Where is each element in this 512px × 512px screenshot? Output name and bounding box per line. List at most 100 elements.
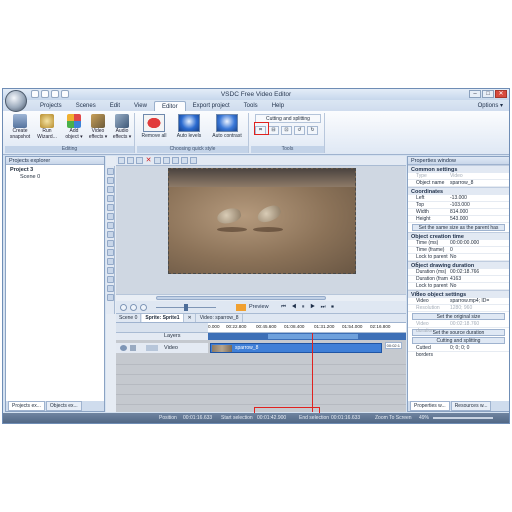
options-menu[interactable]: Options ▾ xyxy=(478,102,503,109)
zoom-fit-icon[interactable] xyxy=(140,304,147,311)
common-settings-header[interactable]: Common settings xyxy=(408,165,509,173)
tab-close-icon[interactable]: ✕ xyxy=(185,314,196,322)
rotate-left-icon[interactable]: ↺ xyxy=(294,126,305,135)
prop-value[interactable]: sparrow_8 xyxy=(448,180,509,186)
prop-value[interactable]: 0 xyxy=(448,247,509,253)
preview-button[interactable]: Preview xyxy=(249,304,269,310)
prop-value[interactable]: No xyxy=(448,283,509,289)
transport-controls[interactable]: ⏮ ◀ ⏸ ▶ ⏭ ⏹ xyxy=(281,304,336,311)
cutting-splitting-prop-button[interactable]: Cutting and splitting xyxy=(412,337,505,344)
prop-value[interactable]: -103.000 xyxy=(448,202,509,208)
copy-icon[interactable] xyxy=(118,157,125,164)
coordinates-header[interactable]: Coordinates xyxy=(408,187,509,195)
line-tool-icon[interactable] xyxy=(107,213,114,220)
zoom-out-icon[interactable] xyxy=(130,304,137,311)
prop-duration-frame[interactable]: Duration (fram 4163 xyxy=(408,276,509,283)
prop-value[interactable]: 4163 xyxy=(448,276,509,282)
playhead[interactable] xyxy=(312,333,313,412)
image-tool-icon[interactable] xyxy=(107,222,114,229)
menu-export-project[interactable]: Export project xyxy=(186,101,237,111)
menu-scenes[interactable]: Scenes xyxy=(69,101,103,111)
menu-help[interactable]: Help xyxy=(265,101,291,111)
minimize-button[interactable]: – xyxy=(469,90,481,98)
pointer-icon[interactable] xyxy=(107,168,114,175)
empty-tracks[interactable] xyxy=(116,355,406,412)
prop-value[interactable]: No xyxy=(448,254,509,260)
menu-projects[interactable]: Projects xyxy=(33,101,69,111)
sprite-tool-icon[interactable] xyxy=(107,258,114,265)
trim-tool-icon[interactable]: ⊡ xyxy=(281,126,292,135)
auto-contrast-button[interactable]: Auto contrast xyxy=(209,114,245,139)
preview-icon[interactable] xyxy=(236,304,246,311)
prop-lock-parent[interactable]: Lock to parent cNo xyxy=(408,254,509,267)
undo-icon[interactable] xyxy=(154,157,161,164)
grid-icon[interactable] xyxy=(181,157,188,164)
prop-time-frame[interactable]: Time (frame) 0 xyxy=(408,247,509,254)
tab-resources-window[interactable]: Resources w... xyxy=(450,401,492,411)
layers-bar[interactable] xyxy=(208,333,406,340)
audio-effects-button[interactable]: Audio effects ▾ xyxy=(111,114,133,140)
text-tool-icon[interactable] xyxy=(107,186,114,193)
prop-value[interactable]: 00:02:18.766 xyxy=(448,269,509,275)
effects-tool-icon[interactable] xyxy=(107,294,114,301)
zoom-in-icon[interactable] xyxy=(120,304,127,311)
prop-duration-ms[interactable]: Duration (ms) 00:02:18.766 xyxy=(408,269,509,276)
tab-sprite[interactable]: Sprite: Sprite1 xyxy=(142,314,184,322)
split-tool-icon[interactable]: ⊟ xyxy=(268,126,279,135)
prop-cutted-borders[interactable]: Cutted borders 0; 0; 0; 0 xyxy=(408,345,509,358)
layers-range[interactable] xyxy=(268,334,358,339)
rect-tool-icon[interactable] xyxy=(107,195,114,202)
tree-project[interactable]: Project 3 xyxy=(10,167,100,174)
prop-top[interactable]: Top -103.000 xyxy=(408,202,509,209)
close-button[interactable]: ✕ xyxy=(495,90,507,98)
zoom-to-screen-button[interactable]: Zoom To Screen xyxy=(375,413,412,423)
zoom-slider-status[interactable] xyxy=(433,417,493,419)
eye-icon[interactable] xyxy=(120,345,127,351)
movement-tool-icon[interactable] xyxy=(107,267,114,274)
prop-value[interactable]: -13.000 xyxy=(448,195,509,201)
subtitle-tool-icon[interactable] xyxy=(107,285,114,292)
video-settings-header[interactable]: Video object settings xyxy=(408,290,509,298)
prop-value[interactable]: sparrow.mp4; ID= xyxy=(448,298,509,304)
menu-editor[interactable]: Editor xyxy=(153,101,186,111)
video-effects-button[interactable]: Video effects ▾ xyxy=(87,114,109,140)
redo-icon[interactable] xyxy=(163,157,170,164)
paste-icon[interactable] xyxy=(127,157,134,164)
set-original-size-button[interactable]: Set the original size xyxy=(412,313,505,320)
timeline-ruler[interactable]: 0.000 00:22.800 00:45.600 01:08.400 01:3… xyxy=(208,323,406,333)
tree-scene[interactable]: Scene 0 xyxy=(10,174,100,181)
video-clip[interactable]: sparrow_8 xyxy=(210,343,382,353)
same-size-as-parent-button[interactable]: Set the same size as the parent has xyxy=(412,224,505,231)
create-snapshot-button[interactable]: Create snapshot xyxy=(9,114,31,140)
lock-icon[interactable] xyxy=(130,345,136,351)
ellipse-tool-icon[interactable] xyxy=(107,204,114,211)
zoom-slider-knob[interactable] xyxy=(184,304,188,311)
video-preview[interactable] xyxy=(168,168,356,274)
music-note-icon[interactable] xyxy=(107,276,114,283)
video-tool-icon[interactable] xyxy=(107,231,114,238)
canvas-scrollbar[interactable] xyxy=(116,294,406,301)
menu-tools[interactable]: Tools xyxy=(237,101,265,111)
align-icon[interactable] xyxy=(172,157,179,164)
prop-height[interactable]: Height 543.000 xyxy=(408,216,509,223)
app-logo[interactable] xyxy=(5,90,27,112)
scrollbar-thumb[interactable] xyxy=(156,296,326,300)
tab-scene[interactable]: Scene 0 xyxy=(116,314,142,322)
prop-value[interactable]: 543.000 xyxy=(448,216,509,222)
tab-video[interactable]: Video: sparrow_8 xyxy=(197,314,243,322)
order-icon[interactable] xyxy=(190,157,197,164)
run-wizard-button[interactable]: Run Wizard... xyxy=(35,114,59,140)
maximize-button[interactable]: □ xyxy=(482,90,494,98)
prop-value[interactable]: 814.000 xyxy=(448,209,509,215)
audio-tool-icon[interactable] xyxy=(107,240,114,247)
remove-all-button[interactable]: Remove all xyxy=(139,114,169,139)
rotate-right-icon[interactable]: ↻ xyxy=(307,126,318,135)
menu-edit[interactable]: Edit xyxy=(103,101,127,111)
prop-value[interactable]: 0; 0; 0; 0 xyxy=(448,345,509,351)
prop-width[interactable]: Width 814.000 xyxy=(408,209,509,216)
prop-object-name[interactable]: Object name sparrow_8 xyxy=(408,180,509,187)
prop-video-file[interactable]: Video sparrow.mp4; ID= xyxy=(408,298,509,305)
tab-projects-explorer[interactable]: Projects ex... xyxy=(8,401,45,411)
hand-icon[interactable] xyxy=(107,177,114,184)
chart-tool-icon[interactable] xyxy=(107,249,114,256)
